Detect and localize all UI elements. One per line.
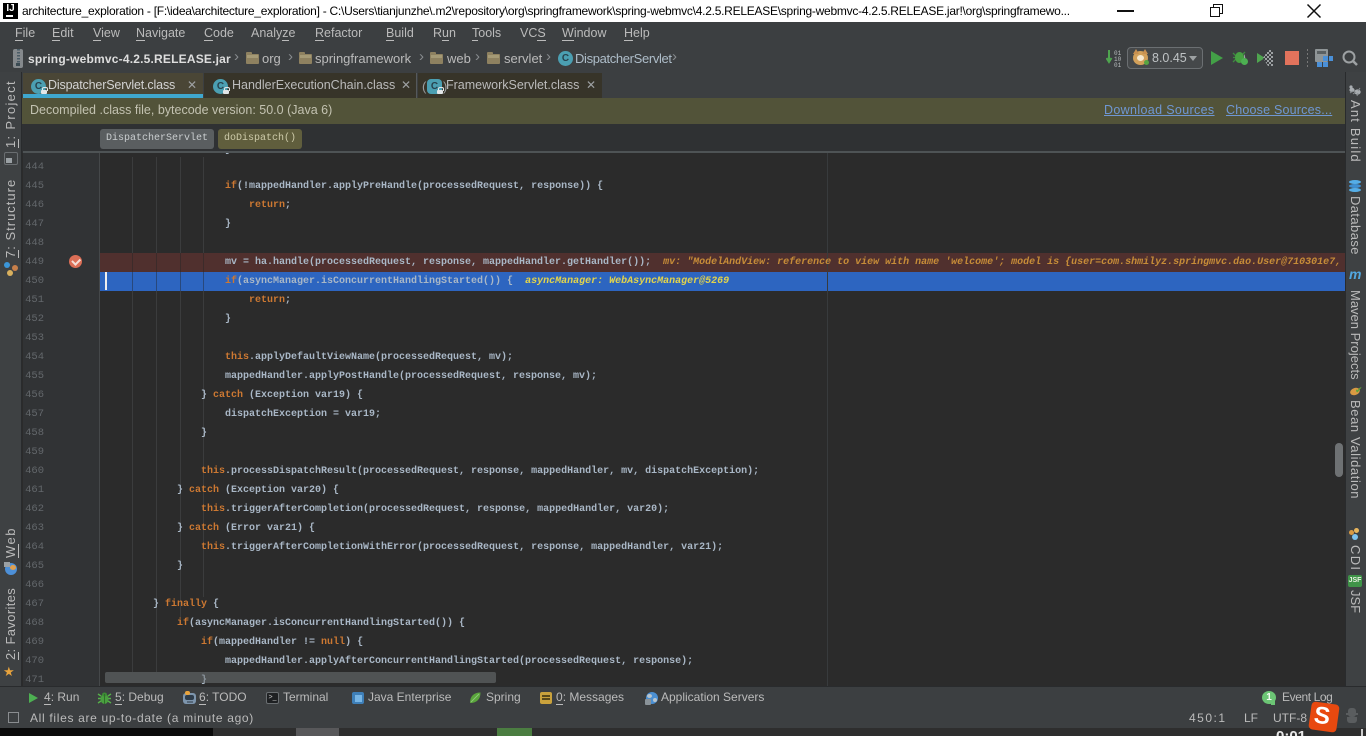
svg-text:01: 01 — [1114, 62, 1122, 68]
